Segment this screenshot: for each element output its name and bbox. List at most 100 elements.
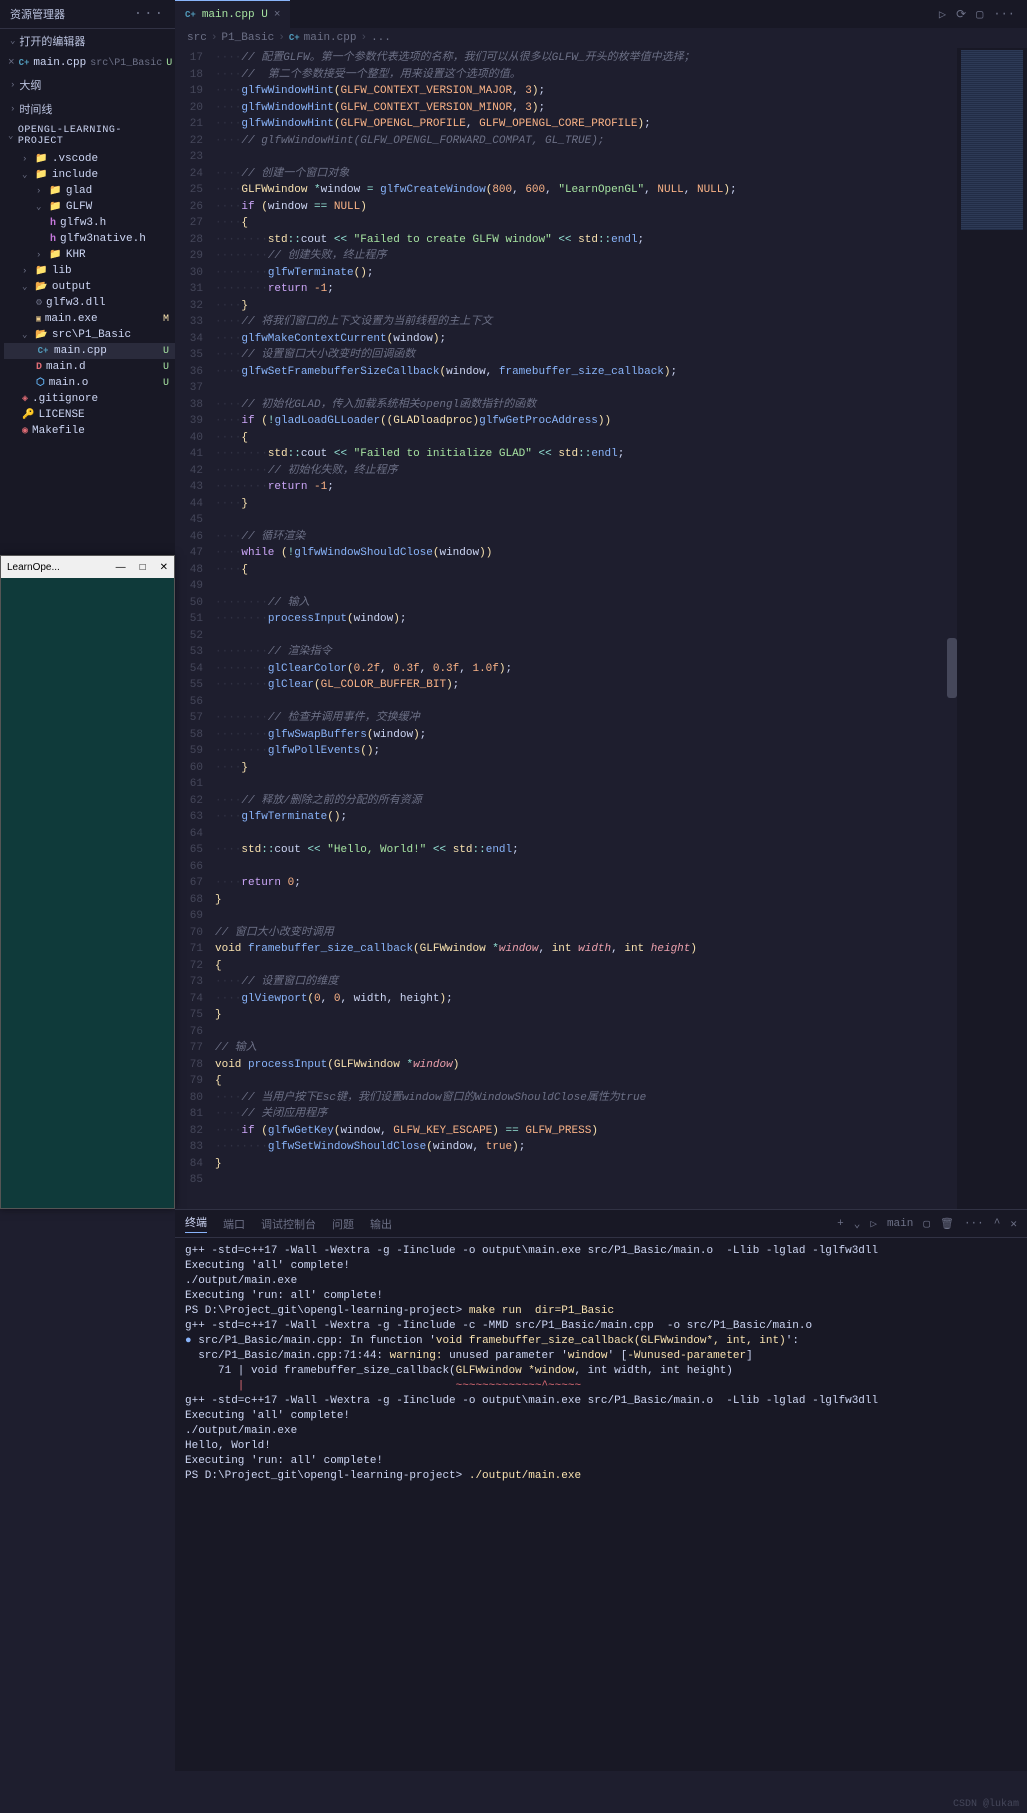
chevron-right-icon: › <box>10 80 15 90</box>
line-gutter[interactable]: 17 18 19 20 21 22 23 24 25 26 27 28 29 3… <box>175 48 215 1209</box>
tab-label: main.cpp U <box>202 9 268 21</box>
more-icon[interactable]: ··· <box>134 6 165 22</box>
tab-maincpp[interactable]: C+ main.cpp U × <box>175 0 290 28</box>
file-maincpp[interactable]: C+main.cppU <box>4 343 175 359</box>
scrollbar-vertical[interactable] <box>947 108 957 1209</box>
code-editor[interactable]: ····// 配置GLFW。第一个参数代表选项的名称，我们可以从很多以GLFW_… <box>215 48 957 1209</box>
explorer-title: 资源管理器 <box>10 6 65 22</box>
outline-section[interactable]: ›大纲 <box>0 73 175 97</box>
open-editors-section[interactable]: ⌄ 打开的编辑器 <box>0 29 175 53</box>
file-license[interactable]: 🔑LICENSE <box>4 407 175 423</box>
file-mainexe[interactable]: ▣main.exeM <box>4 311 175 327</box>
gear-icon: ⚙ <box>36 297 42 309</box>
minimap[interactable] <box>957 48 1027 1209</box>
git-status: M <box>163 314 169 325</box>
git-status: U <box>163 362 169 373</box>
open-editor-item[interactable]: × C+ main.cpp src\P1_Basic U <box>0 55 175 71</box>
file-maind[interactable]: Dmain.dU <box>4 359 175 375</box>
folder-icon: 📁 <box>49 249 61 261</box>
file-glfw3native[interactable]: hglfw3native.h <box>4 231 175 247</box>
cpp-icon: C+ <box>36 346 50 356</box>
file-makefile[interactable]: ◉Makefile <box>4 423 175 439</box>
folder-glfw[interactable]: ⌄📁GLFW <box>4 199 175 215</box>
maximize-icon[interactable]: □ <box>140 562 146 573</box>
folder-src[interactable]: ⌄📂src\P1_Basic <box>4 327 175 343</box>
timeline-section[interactable]: ›时间线 <box>0 97 175 121</box>
trash-icon[interactable]: 🗑 <box>940 1217 954 1231</box>
git-icon: ◈ <box>22 393 28 405</box>
window-titlebar[interactable]: LearnOpe... — □ ✕ <box>1 556 174 578</box>
more-icon[interactable]: ··· <box>964 1218 984 1230</box>
chevron-down-icon[interactable]: ⌄ <box>854 1217 861 1231</box>
chevron-up-icon[interactable]: ^ <box>994 1218 1001 1230</box>
watermark: CSDN @lukam <box>953 1799 1019 1810</box>
file-tree: ›📁.vscode ⌄📁include ›📁glad ⌄📁GLFW hglfw3… <box>0 151 175 439</box>
folder-icon: 📁 <box>35 265 47 277</box>
more-icon[interactable]: ··· <box>993 7 1015 22</box>
folder-glad[interactable]: ›📁glad <box>4 183 175 199</box>
chevron-down-icon: ⌄ <box>22 282 27 292</box>
explorer-header: 资源管理器 ··· <box>0 0 175 28</box>
close-panel-icon[interactable]: ✕ <box>1010 1217 1017 1231</box>
chevron-down-icon: ⌄ <box>22 330 27 340</box>
folder-include[interactable]: ⌄📁include <box>4 167 175 183</box>
editor-file-path: src\P1_Basic <box>90 58 162 69</box>
chevron-down-icon: ⌄ <box>22 170 27 180</box>
project-root[interactable]: ⌄OPENGL-LEARNING-PROJECT <box>0 121 175 151</box>
file-glfw3dll[interactable]: ⚙glfw3.dll <box>4 295 175 311</box>
opengl-window[interactable]: LearnOpe... — □ ✕ <box>0 555 175 1209</box>
close-icon[interactable]: × <box>8 57 15 69</box>
chevron-down-icon: ⌄ <box>10 36 15 46</box>
folder-vscode[interactable]: ›📁.vscode <box>4 151 175 167</box>
terminal-tabs: 终端 端口 调试控制台 问题 输出 + ⌄ ▷ main ▢ 🗑 ··· ^ ✕ <box>175 1210 1027 1238</box>
new-terminal-icon[interactable]: + <box>837 1218 844 1230</box>
close-icon[interactable]: × <box>274 9 281 21</box>
tab-output[interactable]: 输出 <box>370 1216 392 1232</box>
folder-icon: 📁 <box>35 169 47 181</box>
window-title: LearnOpe... <box>7 562 60 573</box>
editor-file-name: main.cpp <box>33 57 86 69</box>
split-terminal-icon[interactable]: ▢ <box>923 1217 930 1231</box>
file-glfw3h[interactable]: hglfw3.h <box>4 215 175 231</box>
header-icon: h <box>50 218 56 229</box>
tab-terminal[interactable]: 终端 <box>185 1214 207 1233</box>
license-icon: 🔑 <box>22 409 34 421</box>
folder-khr[interactable]: ›📁KHR <box>4 247 175 263</box>
folder-output[interactable]: ⌄📂output <box>4 279 175 295</box>
git-status: U <box>163 346 169 357</box>
o-icon: ⬡ <box>36 377 45 389</box>
tab-problems[interactable]: 问题 <box>332 1216 354 1232</box>
breadcrumb[interactable]: src› P1_Basic› C+ main.cpp› ... <box>175 28 1027 48</box>
folder-open-icon: 📂 <box>35 281 47 293</box>
git-status: U <box>163 378 169 389</box>
terminal-output[interactable]: g++ -std=c++17 -Wall -Wextra -g -Iinclud… <box>175 1238 1027 1771</box>
split-icon[interactable]: ▢ <box>976 7 983 22</box>
cpp-icon: C+ <box>19 58 30 68</box>
folder-lib[interactable]: ›📁lib <box>4 263 175 279</box>
tab-ports[interactable]: 端口 <box>223 1216 245 1232</box>
shell-icon[interactable]: ▷ <box>870 1217 877 1231</box>
chevron-right-icon: › <box>22 266 27 276</box>
folder-icon: 📁 <box>35 153 47 165</box>
chevron-right-icon: › <box>22 154 27 164</box>
header-icon: h <box>50 234 56 245</box>
terminal-panel: 终端 端口 调试控制台 问题 输出 + ⌄ ▷ main ▢ 🗑 ··· ^ ✕ g… <box>175 1209 1027 1771</box>
chevron-right-icon: › <box>36 250 41 260</box>
cpp-icon: C+ <box>185 10 196 20</box>
git-status: U <box>166 58 172 69</box>
run-icon[interactable]: ▷ <box>939 7 946 22</box>
editor-area: C+ main.cpp U × ▷ ⟳ ▢ ··· src› P1_Basic›… <box>175 0 1027 1209</box>
close-icon[interactable]: ✕ <box>160 562 168 573</box>
exe-icon: ▣ <box>36 314 41 324</box>
debug-icon[interactable]: ⟳ <box>956 7 966 22</box>
scroll-thumb[interactable] <box>947 638 957 698</box>
folder-icon: 📁 <box>49 185 61 197</box>
chevron-down-icon: ⌄ <box>8 131 14 141</box>
tab-debug-console[interactable]: 调试控制台 <box>261 1216 316 1232</box>
chevron-down-icon: ⌄ <box>36 202 41 212</box>
shell-label[interactable]: main <box>887 1218 913 1230</box>
minimize-icon[interactable]: — <box>116 562 126 573</box>
file-gitignore[interactable]: ◈.gitignore <box>4 391 175 407</box>
d-icon: D <box>36 362 42 373</box>
file-maino[interactable]: ⬡main.oU <box>4 375 175 391</box>
